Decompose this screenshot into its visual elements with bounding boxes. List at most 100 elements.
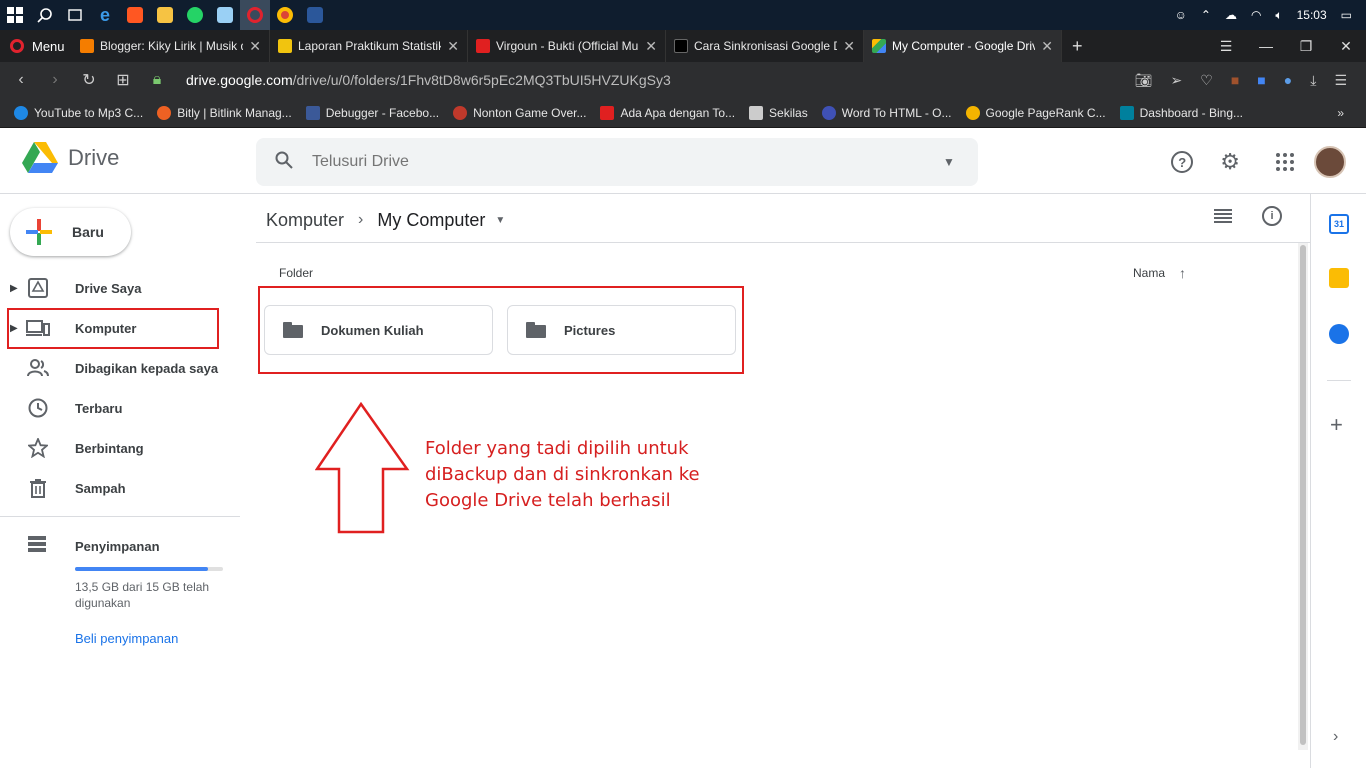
arrow-up-icon[interactable]: ↑	[1179, 265, 1186, 281]
tab-title: My Computer - Google Driv	[892, 39, 1036, 53]
minimize-button[interactable]: —	[1246, 38, 1286, 54]
close-tab-icon[interactable]: ✕	[645, 38, 657, 55]
bookmark-item[interactable]: Debugger - Facebo...	[305, 105, 439, 120]
maximize-button[interactable]: ❐	[1286, 38, 1326, 55]
lock-icon[interactable]: 🔒︎	[140, 71, 174, 89]
tab-virgoun[interactable]: Virgoun - Bukti (Official Mu ✕	[468, 30, 666, 62]
snapshot-icon[interactable]: 📷︎	[1135, 72, 1153, 89]
search-bar[interactable]: ▼	[256, 138, 978, 186]
help-icon[interactable]: ?	[1171, 151, 1194, 173]
reload-icon[interactable]: ↻	[72, 70, 106, 90]
storage-progress-bar	[75, 567, 223, 571]
extension-cube-icon[interactable]: ■	[1231, 72, 1239, 88]
tasks-icon[interactable]	[1329, 324, 1349, 344]
bookmarks-more-button[interactable]: »	[1337, 106, 1344, 120]
breadcrumb-current[interactable]: My Computer	[377, 210, 485, 231]
search-input[interactable]	[312, 153, 920, 171]
speed-dial-icon[interactable]: ⊞	[106, 70, 140, 90]
heart-icon[interactable]: ♡	[1200, 72, 1213, 89]
youtube-favicon-icon	[476, 39, 490, 53]
bookmark-item[interactable]: Word To HTML - O...	[821, 105, 952, 120]
bookmark-item[interactable]: Sekilas	[749, 105, 808, 120]
chevron-right-icon[interactable]: ›	[1333, 728, 1338, 746]
drive-logo[interactable]: Drive	[22, 142, 119, 174]
tab-cara-sinkronisasi[interactable]: Cara Sinkronisasi Google D ✕	[666, 30, 864, 62]
url-domain: drive.google.com	[186, 72, 293, 88]
download-icon[interactable]: ⤓	[1310, 72, 1316, 89]
tab-my-computer[interactable]: My Computer - Google Driv ✕	[864, 30, 1062, 62]
opera-icon[interactable]	[240, 0, 270, 30]
new-tab-button[interactable]: +	[1062, 30, 1093, 62]
app-red-icon[interactable]	[120, 0, 150, 30]
notepad-icon[interactable]	[210, 0, 240, 30]
close-tab-icon[interactable]: ✕	[843, 38, 855, 55]
clock[interactable]: 15:03	[1297, 8, 1327, 22]
chrome-icon[interactable]	[270, 0, 300, 30]
window-controls: ☰ — ❐ ✕	[1206, 30, 1366, 62]
search-icon[interactable]	[256, 151, 312, 174]
url-path: /drive/u/0/folders/1Fhv8tD8w6r5pEc2MQ3Tb…	[292, 72, 671, 88]
tray-chevron-icon[interactable]: ⌃	[1201, 8, 1211, 22]
volume-icon[interactable]: 🔈︎	[1275, 8, 1282, 23]
word-icon[interactable]	[300, 0, 330, 30]
tab-blogger[interactable]: Blogger: Kiky Lirik | Musik d ✕	[72, 30, 270, 62]
sidebar-item-terbaru[interactable]: Terbaru	[0, 388, 240, 428]
easy-setup-icon[interactable]: ☰	[1334, 72, 1347, 89]
opera-menu-button[interactable]: Menu	[0, 30, 72, 62]
sidebar-item-drive-saya[interactable]: ▶ Drive Saya	[0, 268, 240, 308]
bookmark-item[interactable]: Ada Apa dengan To...	[600, 105, 735, 120]
breadcrumb-parent[interactable]: Komputer	[266, 210, 344, 231]
add-addon-icon[interactable]: +	[1330, 412, 1343, 438]
storage-row[interactable]: Penyimpanan	[0, 531, 240, 561]
people-icon[interactable]: ☺	[1175, 8, 1187, 22]
notification-icon[interactable]: ▭	[1341, 8, 1352, 22]
bookmark-item[interactable]: Nonton Game Over...	[453, 105, 586, 120]
task-view-icon[interactable]	[60, 0, 90, 30]
send-icon[interactable]: ➢	[1171, 72, 1183, 89]
avatar[interactable]	[1314, 146, 1346, 178]
close-tab-icon[interactable]: ✕	[1041, 38, 1053, 55]
file-explorer-icon[interactable]	[150, 0, 180, 30]
list-view-icon[interactable]	[1214, 209, 1232, 223]
tab-laporan[interactable]: Laporan Praktikum Statistik ✕	[270, 30, 468, 62]
wifi-icon[interactable]: ◠	[1251, 8, 1261, 22]
extension-translate-icon[interactable]: ■	[1257, 72, 1265, 88]
info-icon[interactable]: i	[1262, 206, 1282, 226]
calendar-icon[interactable]: 31	[1329, 214, 1349, 234]
new-button[interactable]: Baru	[10, 208, 131, 256]
expand-arrow-icon[interactable]: ▶	[10, 283, 24, 294]
search-icon[interactable]	[30, 0, 60, 30]
back-icon[interactable]: ‹	[4, 71, 38, 89]
star-icon	[26, 436, 50, 460]
forward-icon[interactable]: ›	[38, 71, 72, 89]
edge-icon[interactable]: e	[90, 0, 120, 30]
sidebar-item-dibagikan[interactable]: Dibagikan kepada saya	[0, 348, 240, 388]
buy-storage-link[interactable]: Beli penyimpanan	[75, 631, 178, 646]
chevron-down-icon[interactable]: ▼	[495, 215, 505, 226]
close-tab-icon[interactable]: ✕	[447, 38, 459, 55]
shared-people-icon	[26, 356, 50, 380]
url-field[interactable]: drive.google.com/drive/u/0/folders/1Fhv8…	[186, 72, 671, 88]
keep-icon[interactable]	[1329, 268, 1349, 288]
windows-start-icon[interactable]	[0, 0, 30, 30]
google-apps-icon[interactable]	[1276, 153, 1294, 171]
search-options-icon[interactable]: ▼	[920, 155, 978, 169]
tab-menu-icon[interactable]: ☰	[1206, 38, 1246, 55]
sort-control[interactable]: Nama ↑	[1133, 265, 1186, 281]
whatsapp-icon[interactable]	[180, 0, 210, 30]
bookmark-item[interactable]: YouTube to Mp3 C...	[14, 105, 143, 120]
header-actions: ? ⚙	[1160, 142, 1346, 182]
cloud-icon[interactable]: ☁	[1225, 8, 1237, 22]
bookmark-item[interactable]: Google PageRank C...	[965, 105, 1106, 120]
bookmark-item[interactable]: Bitly | Bitlink Manag...	[157, 105, 292, 120]
address-actions: 📷︎ ➢ ♡ ■ ■ ● ⤓ ☰	[1126, 62, 1356, 98]
plus-icon	[26, 219, 52, 245]
scrollbar-thumb[interactable]	[1300, 245, 1306, 745]
sidebar-item-sampah[interactable]: Sampah	[0, 468, 240, 508]
close-window-button[interactable]: ✕	[1326, 38, 1366, 55]
extension-key-icon[interactable]: ●	[1284, 72, 1292, 88]
settings-gear-icon[interactable]: ⚙	[1220, 149, 1240, 175]
bookmark-item[interactable]: Dashboard - Bing...	[1119, 105, 1243, 120]
close-tab-icon[interactable]: ✕	[249, 38, 261, 55]
sidebar-item-berbintang[interactable]: Berbintang	[0, 428, 240, 468]
